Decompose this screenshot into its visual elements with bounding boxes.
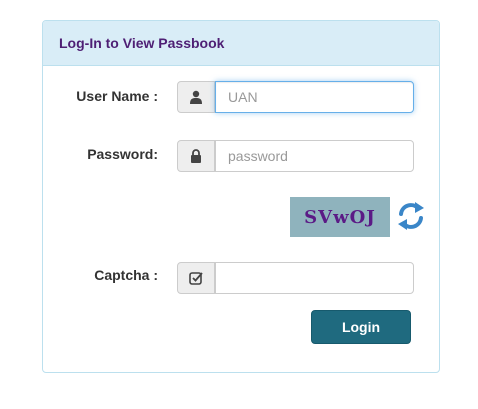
password-input[interactable] [215, 140, 414, 172]
user-icon [177, 81, 215, 113]
user-icon-glyph [190, 90, 202, 104]
username-label: User Name : [76, 88, 158, 104]
password-label: Password: [87, 146, 158, 162]
refresh-icon-glyph [398, 202, 424, 230]
check-square-icon-glyph [189, 272, 203, 285]
captcha-image-text: SVwOJ [304, 206, 376, 228]
refresh-icon[interactable] [396, 199, 426, 233]
lock-icon [177, 140, 215, 172]
captcha-label: Captcha : [94, 267, 158, 283]
captcha-input[interactable] [215, 262, 414, 294]
panel-title: Log-In to View Passbook [59, 35, 225, 51]
panel-heading: Log-In to View Passbook [43, 21, 439, 66]
check-square-icon [177, 262, 215, 294]
captcha-image: SVwOJ [290, 197, 390, 237]
username-input[interactable] [215, 81, 414, 113]
login-button[interactable]: Login [311, 310, 411, 344]
lock-icon-glyph [191, 149, 201, 163]
